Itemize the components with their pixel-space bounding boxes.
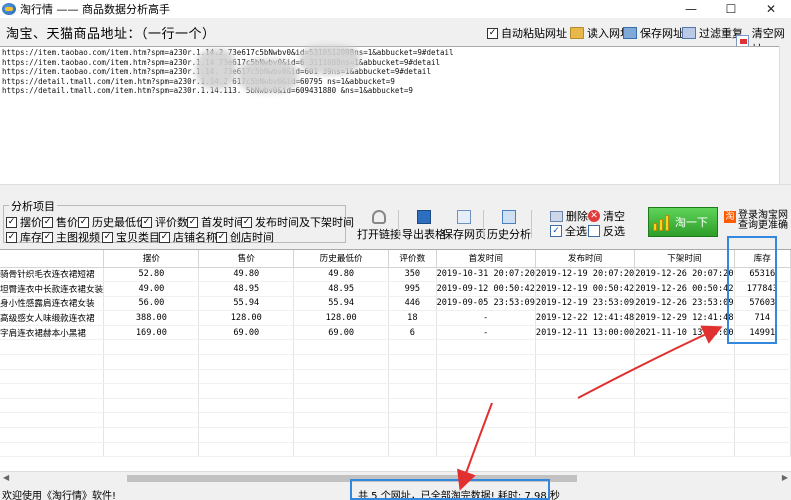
annotation-arrows bbox=[457, 325, 723, 491]
arrow-to-stock bbox=[577, 325, 723, 399]
arrow-to-status bbox=[457, 402, 493, 491]
